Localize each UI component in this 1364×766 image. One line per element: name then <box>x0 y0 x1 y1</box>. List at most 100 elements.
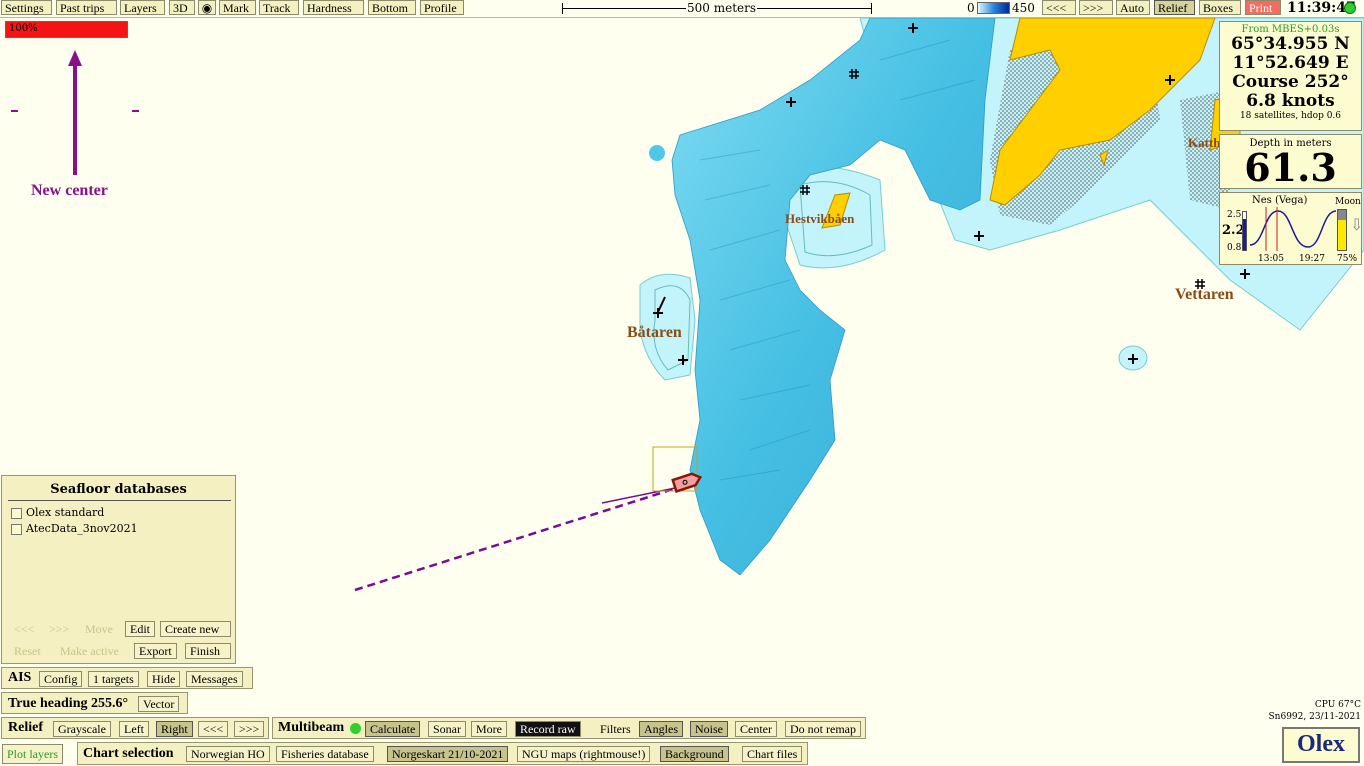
edit-button[interactable]: Edit <box>125 621 155 637</box>
norgeskart-button[interactable]: Norgeskart 21/10-2021 <box>387 746 509 762</box>
progress-label: 100% <box>9 23 38 34</box>
hardness-button[interactable]: Hardness <box>303 0 364 15</box>
ngu-maps-button[interactable]: NGU maps (rightmouse!) <box>517 746 651 762</box>
target-icon[interactable]: ◉ <box>198 0 216 15</box>
vector-button[interactable]: Vector <box>138 696 180 712</box>
gps-status-icon <box>1344 2 1356 14</box>
relief-left-button[interactable]: Left <box>119 721 149 737</box>
layers-button[interactable]: Layers <box>120 0 165 15</box>
depth-value: 61.3 <box>1244 145 1337 190</box>
sonar-button[interactable]: Sonar <box>428 721 466 737</box>
norwegian-ho-button[interactable]: Norwegian HO <box>186 746 270 762</box>
3d-button[interactable]: 3D <box>169 0 195 15</box>
past-trips-button[interactable]: Past trips <box>56 0 117 15</box>
angles-button[interactable]: Angles <box>639 721 683 737</box>
center-button[interactable]: Center <box>735 721 777 737</box>
multibeam-status-icon <box>350 723 361 734</box>
record-raw-button[interactable]: Record raw <box>515 721 581 737</box>
reset-button[interactable]: Reset <box>9 643 46 659</box>
grayscale-button[interactable]: Grayscale <box>53 721 111 737</box>
checkbox[interactable] <box>11 507 22 519</box>
speed: 6.8 knots <box>1246 91 1335 111</box>
place-katth: Katth <box>1188 135 1221 150</box>
top-toolbar: Settings Past trips Layers 3D ◉ Mark Tra… <box>0 0 1364 18</box>
ais-bar: AIS Config 1 targets Hide Messages <box>1 667 253 689</box>
seafloor-next-button[interactable]: >>> <box>44 621 74 637</box>
database-item[interactable]: AtecData_3nov2021 <box>11 522 138 535</box>
depth-max-label: 450 <box>1012 1 1035 15</box>
filters-button[interactable]: Filters <box>595 721 636 737</box>
olex-logo[interactable]: Olex <box>1282 727 1360 763</box>
more-button[interactable]: More <box>471 721 507 737</box>
ais-targets-button[interactable]: 1 targets <box>88 671 139 687</box>
create-new-button[interactable]: Create new <box>160 621 231 637</box>
chart-selection-bar: Chart selection Norwegian HO Fisheries d… <box>77 742 808 765</box>
checkbox[interactable] <box>11 523 22 535</box>
fisheries-database-button[interactable]: Fisheries database <box>276 746 374 762</box>
seafloor-databases-panel: Seafloor databases Olex standard AtecDat… <box>1 475 236 664</box>
serial-date: Sn6992, 23/11-2021 <box>1268 712 1361 722</box>
relief-toggle[interactable]: Relief <box>1154 0 1195 15</box>
auto-button[interactable]: Auto <box>1116 0 1150 15</box>
prev-button[interactable]: <<< <box>1042 0 1076 15</box>
scale-label: 500 meters <box>686 1 758 15</box>
seafloor-prev-button[interactable]: <<< <box>9 621 39 637</box>
bottom-button[interactable]: Bottom <box>368 0 416 15</box>
finish-button[interactable]: Finish <box>185 643 231 659</box>
multibeam-bar: Multibeam Calculate Sonar More Record ra… <box>272 717 866 739</box>
calculate-button[interactable]: Calculate <box>365 721 421 737</box>
plot-layers-button[interactable]: Plot layers <box>2 744 63 764</box>
ais-config-button[interactable]: Config <box>39 671 83 687</box>
cpu-temp: CPU 67°C <box>1314 700 1361 710</box>
ais-hide-button[interactable]: Hide <box>147 671 181 687</box>
depth-color-scale[interactable] <box>977 2 1010 14</box>
export-button[interactable]: Export <box>134 643 177 659</box>
true-heading: True heading 255.6° <box>8 696 129 711</box>
relief-next-button[interactable]: >>> <box>234 721 265 737</box>
place-vettaren: Vettaren <box>1175 286 1234 303</box>
new-center-arrow <box>11 50 139 175</box>
depth-min-label: 0 <box>967 1 975 15</box>
settings-button[interactable]: Settings <box>1 0 52 15</box>
moon-label: Moon <box>1335 197 1361 207</box>
track-button[interactable]: Track <box>259 0 299 15</box>
relief-prev-button[interactable]: <<< <box>198 721 229 737</box>
moon-waning-icon: ⇩ <box>1350 215 1364 234</box>
longitude: 11°52.649 E <box>1232 53 1349 73</box>
relief-blob <box>649 145 665 161</box>
scale-tick-right <box>871 3 872 14</box>
new-center-label: New center <box>31 182 108 199</box>
course: Course 252° <box>1232 72 1349 92</box>
ais-messages-button[interactable]: Messages <box>186 671 243 687</box>
scale-tick-left <box>562 3 563 14</box>
next-button[interactable]: >>> <box>1079 0 1113 15</box>
tide-curve <box>1250 207 1336 251</box>
tide-max: 2.5 <box>1227 210 1242 220</box>
depth-panel: Depth in meters 61.3 <box>1219 134 1362 189</box>
move-button[interactable]: Move <box>80 621 118 637</box>
tide-min: 0.8 <box>1227 243 1242 253</box>
database-item[interactable]: Olex standard <box>11 506 104 519</box>
position-panel: From MBES+0.03s 65°34.955 N 11°52.649 E … <box>1219 21 1362 131</box>
relief-bar: Relief Grayscale Left Right <<< >>> <box>1 717 269 739</box>
relief-right-button[interactable]: Right <box>156 721 193 737</box>
chart-files-button[interactable]: Chart files <box>742 746 803 762</box>
tide-time1: 13:05 <box>1258 254 1284 264</box>
tide-level-bar <box>1242 211 1247 251</box>
boxes-button[interactable]: Boxes <box>1199 0 1241 15</box>
multibeam-coverage <box>671 18 996 576</box>
moon-percent: 75% <box>1337 254 1358 264</box>
chart-selection-label: Chart selection <box>83 746 174 761</box>
mark-button[interactable]: Mark <box>219 0 256 15</box>
ais-label: AIS <box>8 670 32 685</box>
do-not-remap-button[interactable]: Do not remap <box>785 721 861 737</box>
make-active-button[interactable]: Make active <box>55 643 124 659</box>
vessel-track <box>354 485 681 592</box>
latitude: 65°34.955 N <box>1231 34 1350 54</box>
background-button[interactable]: Background <box>660 746 729 762</box>
place-bataren: Båtaren <box>627 324 682 341</box>
moon-bar <box>1337 209 1347 251</box>
noise-button[interactable]: Noise <box>690 721 728 737</box>
print-button[interactable]: Print <box>1245 0 1281 15</box>
profile-button[interactable]: Profile <box>420 0 464 15</box>
